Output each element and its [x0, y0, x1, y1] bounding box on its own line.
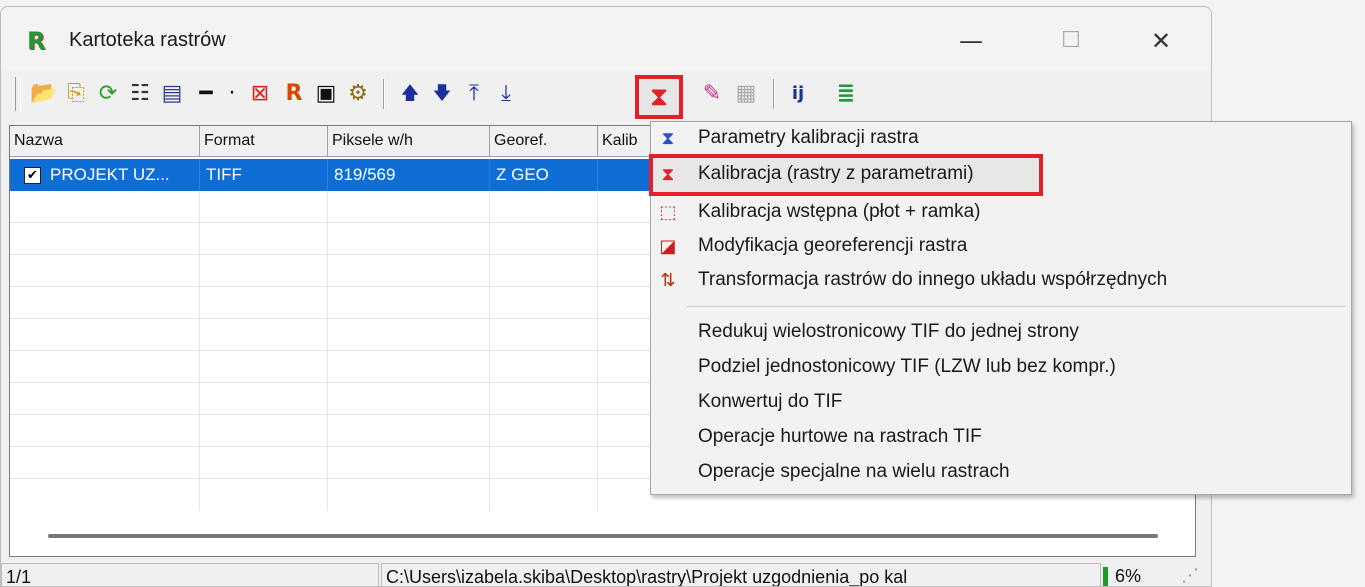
pre-calibration-icon: ⬚	[659, 202, 677, 223]
toolbar-grip[interactable]	[15, 77, 21, 111]
calibration-button[interactable]: ⧗	[635, 75, 683, 119]
cell-kalib	[598, 159, 658, 191]
add-raster-icon: 📂	[30, 81, 58, 106]
menu-item-convert-tif[interactable]: Konwertuj do TIF	[651, 386, 1351, 420]
stack-r-icon: ≣	[836, 81, 856, 106]
resize-grip-icon[interactable]: ⋰	[1181, 565, 1199, 586]
dropdown-button[interactable]: ·	[217, 79, 247, 109]
move-top-icon: ⤒	[469, 81, 479, 106]
move-down-icon: 🡇	[432, 83, 452, 104]
index-icon: ij	[791, 83, 805, 104]
settings-button[interactable]: ⚙	[343, 79, 373, 109]
maximize-button[interactable]: ☐	[1041, 21, 1101, 61]
menu-item-transform[interactable]: ⇅ Transformacja rastrów do innego układu…	[651, 264, 1351, 298]
delete-raster-icon: ⊠	[250, 81, 270, 106]
layers-icon: ▦	[735, 81, 757, 106]
tree-icon: ☷	[130, 81, 150, 106]
menu-item-label: Operacje hurtowe na rastrach TIF	[698, 426, 982, 447]
menu-item-label: Kalibracja wstępna (płot + ramka)	[698, 201, 981, 222]
move-bottom-icon: ⤓	[501, 81, 511, 106]
rap-button[interactable]: R	[279, 79, 309, 109]
settings-icon: ⚙	[348, 81, 368, 106]
column-header-name[interactable]: Nazwa	[10, 126, 200, 156]
move-up-icon: 🡅	[400, 83, 420, 104]
stack-r-button[interactable]: ≣	[831, 79, 861, 109]
column-header-georef[interactable]: Georef.	[490, 126, 598, 156]
file-path: C:\Users\izabela.skiba\Desktop\rastry\Pr…	[381, 563, 1101, 586]
menu-item-label: Parametry kalibracji rastra	[698, 127, 919, 148]
move-down-button[interactable]: 🡇	[427, 79, 457, 109]
cell-pixels: 819/569	[328, 159, 490, 191]
index-button[interactable]: ij	[783, 79, 813, 109]
calibration-icon: ⧗	[661, 164, 675, 185]
add-raster-button[interactable]: 📂	[29, 79, 59, 109]
calibration-menu: ⧗ Parametry kalibracji rastra ⧗ Kalibrac…	[649, 121, 1352, 495]
status-bar: 1/1 C:\Users\izabela.skiba\Desktop\rastr…	[1, 559, 1211, 586]
window-title: Kartoteka rastrów	[69, 29, 226, 51]
menu-item-batch-tif[interactable]: Operacje hurtowe na rastrach TIF	[651, 421, 1351, 455]
move-bottom-button[interactable]: ⤓	[491, 79, 521, 109]
menu-item-reduce-tif[interactable]: Redukuj wielostronicowy TIF do jednej st…	[651, 316, 1351, 350]
title-bar: R Kartoteka rastrów — ☐ ✕	[1, 7, 1211, 71]
app-logo-icon: R	[27, 27, 46, 55]
layers-button[interactable]: ▦	[731, 79, 761, 109]
brush-button[interactable]: ✎	[697, 79, 727, 109]
cell-format: TIFF	[200, 159, 328, 191]
toolbar-separator	[383, 79, 385, 109]
remove-icon: ━	[199, 81, 213, 106]
menu-item-label: Podziel jednostonicowy TIF (LZW lub bez …	[698, 356, 1116, 377]
column-header-pixels[interactable]: Piksele w/h	[328, 126, 490, 156]
menu-item-calibration[interactable]: ⧗ Kalibracja (rastry z parametrami)	[649, 154, 1043, 196]
menu-item-pre-calibration[interactable]: ⬚ Kalibracja wstępna (płot + ramka)	[651, 196, 1351, 230]
toolbar-separator	[773, 79, 775, 109]
move-up-button[interactable]: 🡅	[395, 79, 425, 109]
refresh-raster-icon: ⟳	[98, 81, 118, 106]
column-header-format[interactable]: Format	[200, 126, 328, 156]
cell-georef: Z GEO	[490, 159, 598, 191]
menu-item-split-tif[interactable]: Podziel jednostonicowy TIF (LZW lub bez …	[651, 351, 1351, 385]
tree-button[interactable]: ☷	[125, 79, 155, 109]
georef-modify-icon: ◪	[659, 236, 677, 257]
menu-item-georef-modify[interactable]: ◪ Modyfikacja georeferencji rastra	[651, 230, 1351, 264]
delete-raster-button[interactable]: ⊠	[245, 79, 275, 109]
record-count: 1/1	[1, 563, 379, 586]
calibration-params-icon: ⧗	[661, 128, 675, 149]
transform-icon: ⇅	[660, 270, 676, 291]
progress-bar	[1103, 567, 1108, 586]
horizontal-scrollbar[interactable]	[48, 534, 1158, 538]
menu-item-calibration-params[interactable]: ⧗ Parametry kalibracji rastra	[651, 122, 1351, 156]
menu-item-label: Redukuj wielostronicowy TIF do jednej st…	[698, 321, 1079, 342]
toolbar: 📂 ⎘ ⟳ ☷ ▤ ━ · ⊠ R ▣ ⚙ 🡅 🡇 ⤒ ⤓ ⧗ ✎ ▦ ij ≣	[1, 73, 1211, 121]
minimize-button[interactable]: —	[941, 21, 1001, 61]
rap-icon: R	[285, 81, 303, 106]
menu-separator	[687, 306, 1345, 307]
menu-item-label: Kalibracja (rastry z parametrami)	[698, 163, 974, 184]
move-top-button[interactable]: ⤒	[459, 79, 489, 109]
menu-item-label: Operacje specjalne na wielu rastrach	[698, 461, 1010, 482]
menu-item-label: Transformacja rastrów do innego układu w…	[698, 269, 1168, 290]
dropdown-small-icon: ·	[228, 81, 236, 106]
raster-props-button[interactable]: ▤	[157, 79, 187, 109]
raster-props-icon: ▤	[161, 81, 183, 106]
brush-icon: ✎	[702, 81, 722, 106]
save-button[interactable]: ▣	[311, 79, 341, 109]
add-multiple-button[interactable]: ⎘	[61, 79, 91, 109]
refresh-raster-button[interactable]: ⟳	[93, 79, 123, 109]
menu-item-label: Konwertuj do TIF	[698, 391, 843, 412]
add-multiple-icon: ⎘	[67, 81, 85, 106]
row-checkbox[interactable]: ✔	[24, 167, 41, 184]
progress-percent: 6%	[1111, 563, 1171, 586]
close-button[interactable]: ✕	[1131, 21, 1191, 61]
menu-item-special-ops[interactable]: Operacje specjalne na wielu rastrach	[651, 456, 1351, 490]
menu-item-label: Modyfikacja georeferencji rastra	[698, 235, 968, 256]
save-icon: ▣	[315, 81, 337, 106]
calibration-icon: ⧗	[649, 82, 669, 112]
